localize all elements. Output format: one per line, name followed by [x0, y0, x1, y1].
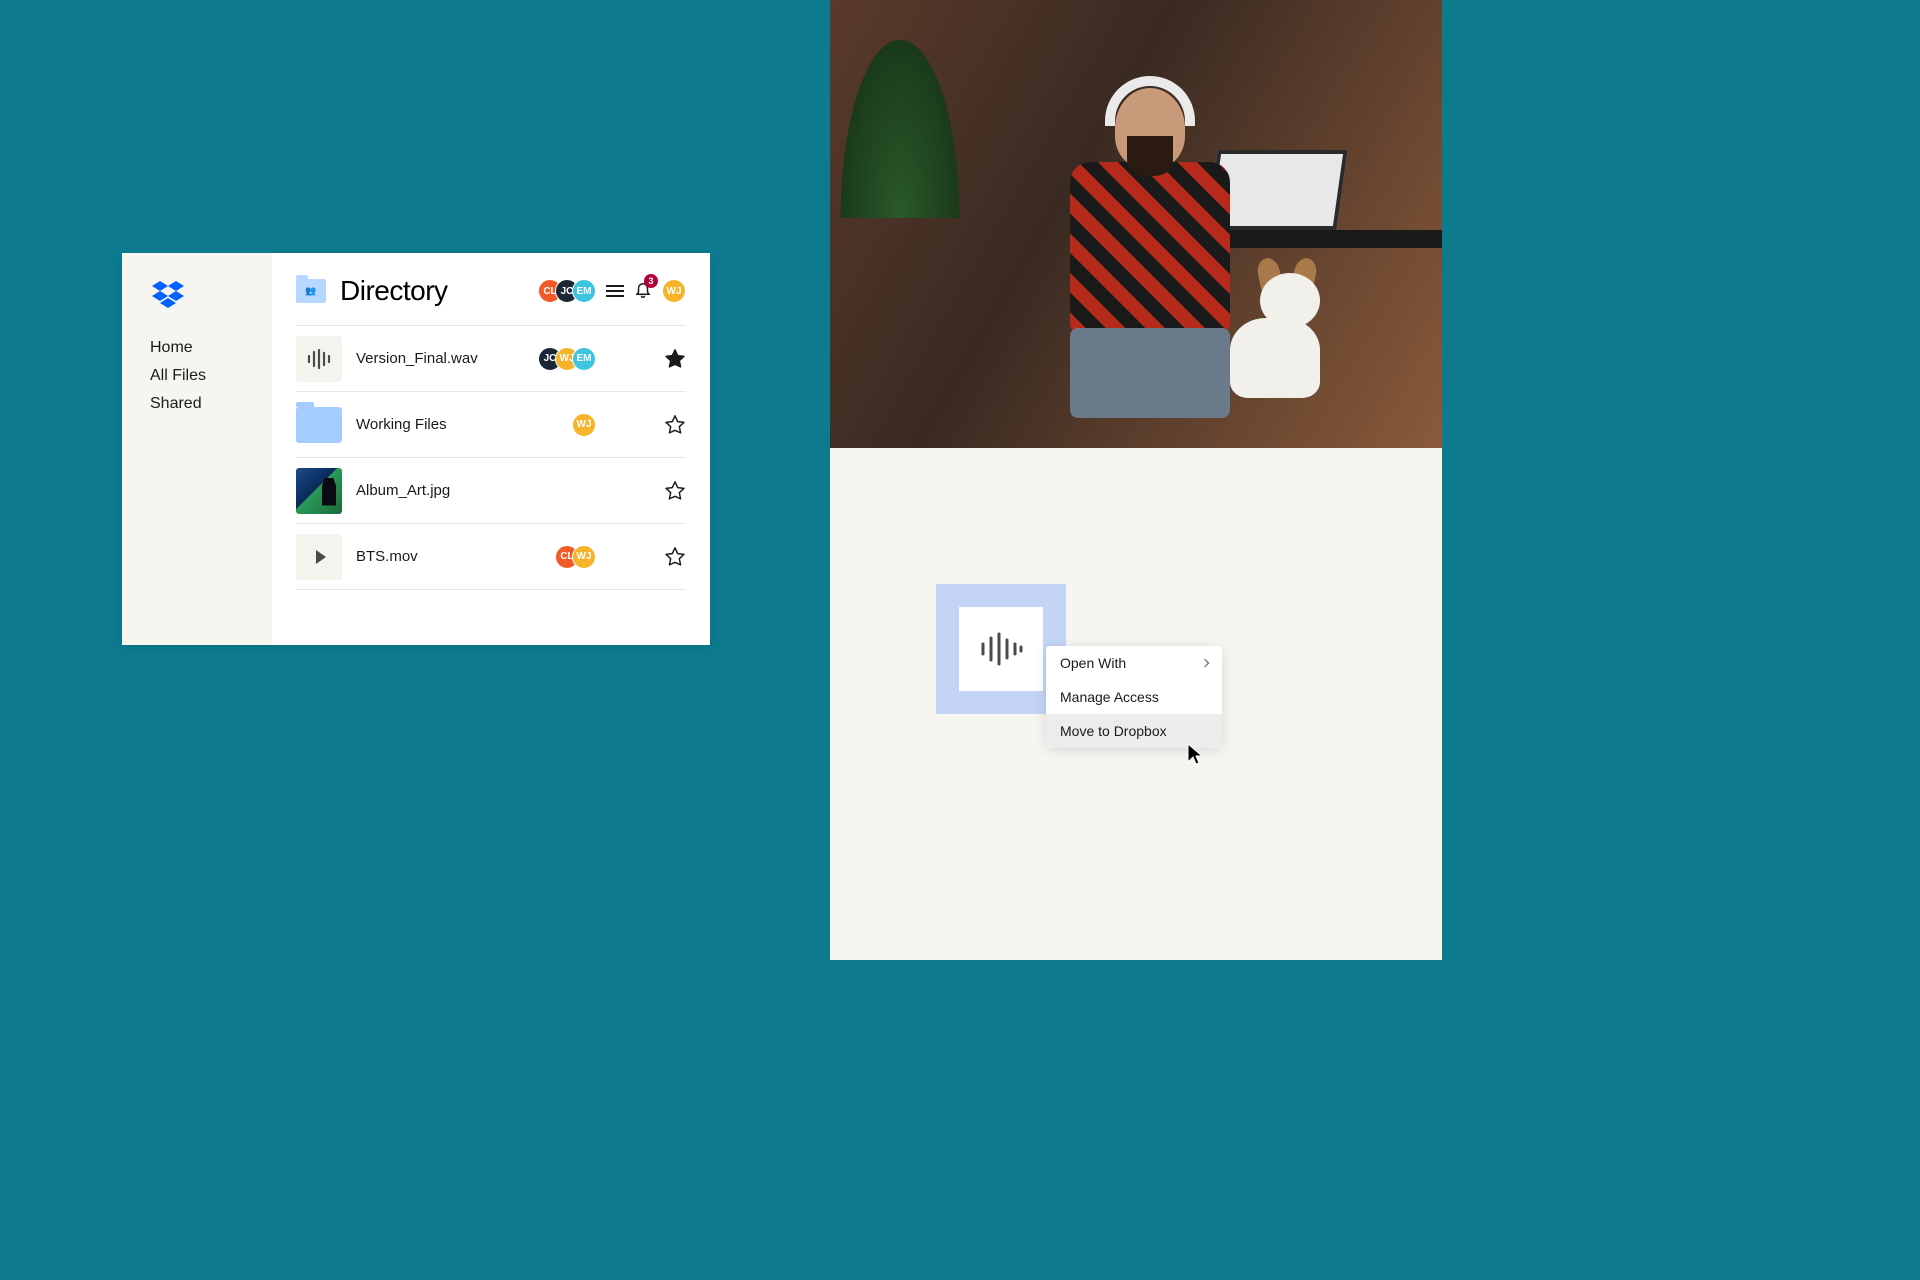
avatar: WJ	[572, 413, 596, 437]
play-icon	[316, 550, 326, 564]
context-menu-item[interactable]: Manage Access	[1046, 680, 1222, 714]
image-thumbnail-icon	[296, 468, 342, 514]
star-toggle[interactable]	[664, 546, 686, 568]
audio-file-icon	[959, 607, 1043, 691]
row-share-avatars[interactable]: WJ	[572, 413, 596, 437]
file-list: Version_Final.wav JCWJEM Working Files WJ Al…	[296, 326, 686, 590]
star-toggle[interactable]	[664, 480, 686, 502]
star-icon	[664, 480, 686, 502]
sidebar: Home All Files Shared	[122, 253, 272, 645]
star-toggle[interactable]	[664, 414, 686, 436]
video-thumbnail-icon	[296, 534, 342, 580]
avatar: EM	[572, 347, 596, 371]
chevron-right-icon	[1201, 659, 1209, 667]
file-name: Version_Final.wav	[356, 350, 524, 367]
file-name: Album_Art.jpg	[356, 482, 558, 499]
audio-thumbnail-icon	[296, 336, 342, 382]
context-menu-label: Manage Access	[1060, 689, 1159, 705]
context-menu-label: Open With	[1060, 655, 1126, 671]
folder-thumbnail-icon	[296, 407, 342, 443]
file-row[interactable]: BTS.mov CLWJ	[296, 524, 686, 590]
star-icon	[664, 348, 686, 370]
avatar: EM	[572, 279, 596, 303]
file-row[interactable]: Working Files WJ	[296, 392, 686, 458]
content-pane: 👥 Directory CL JC EM 3 WJ Ve	[272, 253, 710, 645]
star-toggle[interactable]	[664, 348, 686, 370]
file-row[interactable]: Version_Final.wav JCWJEM	[296, 326, 686, 392]
shared-folder-icon: 👥	[296, 279, 326, 303]
file-name: Working Files	[356, 416, 558, 433]
dropbox-logo-icon	[152, 281, 184, 309]
lifestyle-photo	[830, 0, 1442, 448]
file-browser-window: Home All Files Shared 👥 Directory CL JC …	[122, 253, 710, 645]
star-icon	[664, 546, 686, 568]
notifications-button[interactable]: 3	[634, 280, 652, 303]
list-menu-icon[interactable]	[606, 285, 624, 297]
sidebar-item-home[interactable]: Home	[150, 339, 272, 357]
file-name: BTS.mov	[356, 548, 541, 565]
star-icon	[664, 414, 686, 436]
avatar: WJ	[572, 545, 596, 569]
sidebar-item-shared[interactable]: Shared	[150, 395, 272, 413]
waveform-icon	[979, 632, 1023, 666]
header-actions: CL JC EM 3 WJ	[538, 279, 686, 303]
context-menu-label: Move to Dropbox	[1060, 723, 1167, 739]
current-user-avatar[interactable]: WJ	[662, 279, 686, 303]
file-row[interactable]: Album_Art.jpg	[296, 458, 686, 524]
cursor-icon	[1186, 742, 1204, 766]
row-share-avatars[interactable]: CLWJ	[555, 545, 596, 569]
context-menu: Open With Manage Access Move to Dropbox	[1046, 646, 1222, 748]
header-share-avatars[interactable]: CL JC EM	[538, 279, 596, 303]
context-menu-item[interactable]: Open With	[1046, 646, 1222, 680]
row-share-avatars[interactable]: JCWJEM	[538, 347, 596, 371]
folder-header: 👥 Directory CL JC EM 3 WJ	[296, 275, 686, 326]
context-menu-panel: Open With Manage Access Move to Dropbox	[830, 448, 1442, 960]
sidebar-item-all-files[interactable]: All Files	[150, 367, 272, 385]
notification-badge: 3	[644, 274, 658, 288]
page-title: Directory	[340, 275, 538, 307]
